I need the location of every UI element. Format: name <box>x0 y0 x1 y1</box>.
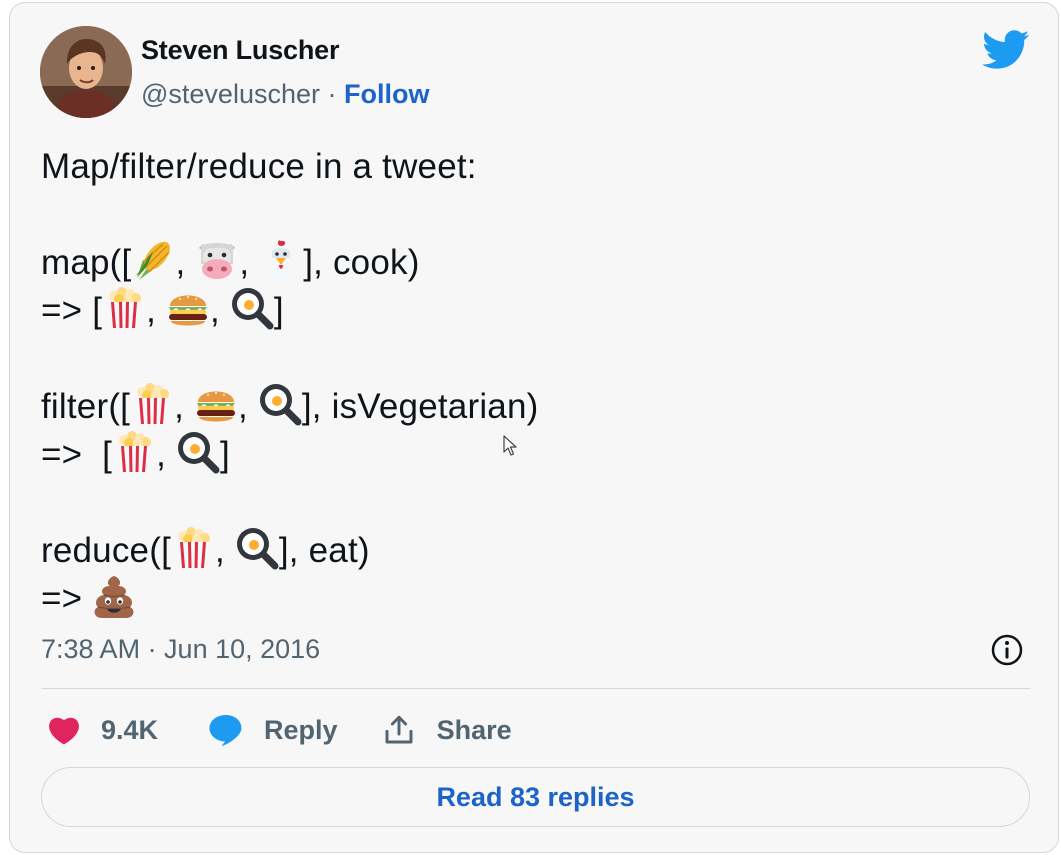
mouse-cursor-icon <box>503 435 517 456</box>
popcorn-emoji <box>130 382 174 426</box>
fried-egg-emoji <box>258 382 302 426</box>
tweet-line-map: map([, , ], cook) <box>41 238 1001 286</box>
like-count: 9.4K <box>101 714 159 745</box>
avatar-illustration <box>40 26 132 118</box>
popcorn-emoji <box>112 430 156 474</box>
read-replies-button[interactable]: Read 83 replies <box>41 767 1030 827</box>
like-button[interactable]: 9.4K <box>47 715 158 746</box>
tweet-actions: 9.4K Reply Share <box>41 706 512 754</box>
reply-bubble-icon <box>209 715 242 747</box>
share-icon <box>385 715 413 744</box>
tweet-line-filter-result: => [, ] <box>41 430 1001 478</box>
handle-separator: · <box>319 79 344 109</box>
map-prefix: map([ <box>41 243 132 282</box>
popcorn-emoji <box>102 286 146 330</box>
tweet-line-map-result: => [, , ] <box>41 286 1001 334</box>
comma: , <box>156 435 176 474</box>
chicken-emoji <box>259 238 303 282</box>
comma: , <box>210 291 230 330</box>
comma: , <box>174 387 194 426</box>
author-avatar[interactable] <box>40 26 132 118</box>
share-button[interactable]: Share <box>383 714 512 746</box>
tweet-line-reduce: reduce([, ], eat) <box>41 526 1001 574</box>
divider <box>41 688 1031 689</box>
comma: , <box>146 291 167 330</box>
heart-icon <box>49 717 79 745</box>
arrow: => <box>41 291 83 330</box>
author-name[interactable]: Steven Luscher <box>141 35 339 66</box>
reply-label: Reply <box>264 714 338 745</box>
arrow: => <box>41 435 83 474</box>
corn-emoji <box>131 238 175 282</box>
map-suffix: ], cook) <box>303 243 420 282</box>
cow-emoji <box>195 238 239 282</box>
tweet-timestamp[interactable]: 7:38 AM · Jun 10, 2016 <box>41 634 320 665</box>
comma: , <box>215 531 235 570</box>
follow-button[interactable]: Follow <box>344 79 429 109</box>
read-replies-label: Read 83 replies <box>436 781 635 812</box>
author-handle[interactable]: @steveluscher <box>141 79 320 109</box>
arrow: => <box>41 579 83 618</box>
tweet-line-reduce-result: => <box>41 574 1001 622</box>
reduce-prefix: reduce([ <box>41 531 171 570</box>
share-label: Share <box>436 714 512 745</box>
reduce-suffix: ], eat) <box>278 531 370 570</box>
close-bracket: ] <box>219 435 230 474</box>
reply-button[interactable]: Reply <box>208 713 338 747</box>
info-icon[interactable] <box>990 633 1024 667</box>
comma: , <box>239 243 260 282</box>
popcorn-emoji <box>171 526 215 570</box>
hamburger-emoji <box>194 382 238 426</box>
author-handle-row: @steveluscher · Follow <box>141 79 429 110</box>
filter-suffix: ], isVegetarian) <box>301 387 539 426</box>
open-bracket: [ <box>92 291 103 330</box>
poop-emoji <box>92 574 136 618</box>
hamburger-emoji <box>166 286 210 330</box>
tweet-text: Map/filter/reduce in a tweet: map([, , ]… <box>41 143 1001 622</box>
close-bracket: ] <box>273 291 284 330</box>
tweet-line-filter: filter([, , ], isVegetarian) <box>41 382 1001 430</box>
comma: , <box>237 387 258 426</box>
filter-prefix: filter([ <box>41 387 131 426</box>
comma: , <box>175 243 196 282</box>
fried-egg-emoji <box>235 526 279 570</box>
twitter-bird-icon[interactable] <box>982 30 1030 70</box>
open-bracket: [ <box>102 435 113 474</box>
tweet-line-intro: Map/filter/reduce in a tweet: <box>41 147 477 186</box>
fried-egg-emoji <box>230 286 274 330</box>
fried-egg-emoji <box>176 430 220 474</box>
